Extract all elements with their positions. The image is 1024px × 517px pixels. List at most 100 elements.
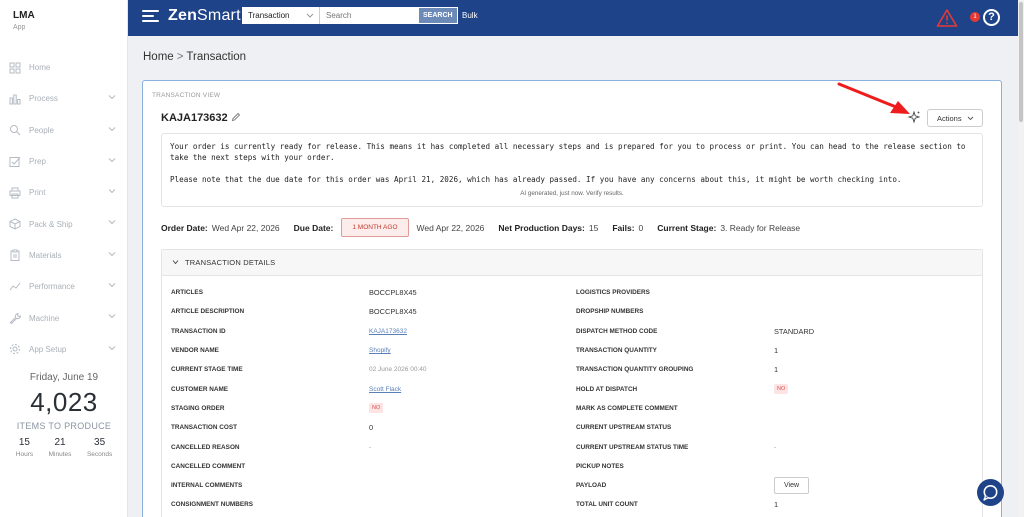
sidebar-item-performance[interactable]: Performance <box>0 271 128 302</box>
breadcrumb-separator: > <box>176 51 184 63</box>
detail-key: CURRENT STAGE TIME <box>171 366 243 374</box>
search-button[interactable]: SEARCH <box>418 7 458 24</box>
detail-key: LOGISTICS PROVIDERS <box>576 289 650 297</box>
detail-key: DROPSHIP NUMBERS <box>576 308 644 316</box>
countdown-seconds-label: Seconds <box>86 451 113 458</box>
detail-key: ARTICLES <box>171 289 203 297</box>
due-date-value: Wed Apr 22, 2026 <box>416 222 485 233</box>
counter-label: ITEMS TO PRODUCE <box>16 421 112 431</box>
chat-button[interactable] <box>977 479 1004 506</box>
detail-row: LOGISTICS PROVIDERS <box>576 283 976 302</box>
grid-icon <box>8 61 21 74</box>
detail-value: BOCCPL8X45 <box>369 288 417 298</box>
warning-icon[interactable] <box>936 8 958 28</box>
detail-key: VENDOR NAME <box>171 347 219 355</box>
detail-key: TOTAL UNIT COUNT <box>576 501 638 509</box>
sidebar-nav: Home Process People Prep Print Pack & Ship Mat… <box>0 52 128 365</box>
chevron-down-icon <box>967 116 974 121</box>
detail-row: CONSIGNMENT NUMBERS <box>171 495 571 514</box>
transaction-card: TRANSACTION VIEW KAJA173632 Actions Your… <box>142 80 1002 517</box>
edit-pencil-icon[interactable] <box>231 112 241 122</box>
help-icon[interactable]: ? <box>983 9 1000 26</box>
bulk-link[interactable]: Bulk <box>462 11 478 20</box>
ai-sparkle-icon[interactable] <box>907 110 921 124</box>
chevron-down-icon <box>108 312 116 321</box>
view-payload-button[interactable]: View <box>774 477 810 495</box>
sidebar-item-machine[interactable]: Machine <box>0 302 128 333</box>
countdown-minutes: 21 <box>54 437 66 448</box>
no-badge: NO <box>774 384 789 395</box>
ai-summary-box: Your order is currently ready for releas… <box>161 133 983 207</box>
ai-summary-text: Your order is currently ready for releas… <box>170 141 974 185</box>
chevron-down-icon <box>108 156 116 165</box>
chat-bubble-icon <box>983 485 998 501</box>
actions-button[interactable]: Actions <box>927 109 983 127</box>
breadcrumb-home[interactable]: Home <box>143 51 174 63</box>
search-bar: Transaction SEARCH <box>242 7 458 24</box>
detail-value[interactable]: Shopify <box>369 347 391 354</box>
sidebar-item-process[interactable]: Process <box>0 83 128 114</box>
scrollbar-thumb[interactable] <box>1019 2 1023 122</box>
transaction-details-panel: TRANSACTION DETAILS ARTICLES BOCCPL8X45 AR… <box>161 249 983 517</box>
details-left-column: ARTICLES BOCCPL8X45 ARTICLE DESCRIPTION BOC… <box>171 283 571 515</box>
search-type-select[interactable]: Transaction <box>242 7 320 24</box>
detail-value: 1 <box>774 365 779 375</box>
printer-icon <box>8 186 21 199</box>
detail-value: BOCCPL8X45 <box>369 307 417 317</box>
zensmart-logo[interactable]: ZenSmart <box>168 7 241 25</box>
sidebar-item-pack-ship[interactable]: Pack & Ship <box>0 208 128 239</box>
fails-value: 0 <box>638 222 644 233</box>
detail-key: INTERNAL COMMENTS <box>171 482 243 490</box>
no-badge: NO <box>369 403 384 414</box>
clipboard-icon <box>8 249 21 262</box>
detail-key: CANCELLED REASON <box>171 443 240 451</box>
sidebar-item-app-setup[interactable]: App Setup <box>0 334 128 365</box>
transaction-details-header[interactable]: TRANSACTION DETAILS <box>162 250 982 276</box>
detail-key: CURRENT UPSTREAM STATUS <box>576 424 672 432</box>
breadcrumb: Home > Transaction <box>143 51 246 63</box>
sidebar-item-label: Machine <box>29 313 60 323</box>
detail-value: 02 June 2026 00:40 <box>369 366 427 374</box>
detail-value[interactable]: KAJA173632 <box>369 328 407 335</box>
sidebar-item-prep[interactable]: Prep <box>0 146 128 177</box>
chevron-down-icon <box>108 218 116 227</box>
sidebar-item-materials[interactable]: Materials <box>0 240 128 271</box>
sidebar-item-home[interactable]: Home <box>0 52 128 83</box>
detail-row: PAYLOAD View <box>576 476 976 495</box>
detail-row: TRANSACTION QUANTITY GROUPING 1 <box>576 360 976 379</box>
detail-key: DISPATCH METHOD CODE <box>576 327 658 335</box>
chevron-down-icon <box>172 260 179 265</box>
detail-row: ARTICLE DESCRIPTION BOCCPL8X45 <box>171 302 571 321</box>
sidebar-item-label: App Setup <box>29 344 67 354</box>
actions-label: Actions <box>937 114 962 123</box>
hamburger-menu-icon[interactable] <box>142 10 159 24</box>
detail-row: TRANSACTION ID KAJA173632 <box>171 322 571 341</box>
section-label: TRANSACTION VIEW <box>152 92 221 99</box>
sidebar-item-print[interactable]: Print <box>0 177 128 208</box>
search-input[interactable] <box>320 7 418 24</box>
current-stage-value: 3. Ready for Release <box>720 222 801 233</box>
top-header: ZenSmart Transaction SEARCH Bulk 1 ? <box>128 0 1018 36</box>
search-type-value: Transaction <box>248 11 290 20</box>
sidebar-item-label: People <box>29 125 54 135</box>
countdown-hours-label: Hours <box>15 451 34 458</box>
detail-key: TRANSACTION ID <box>171 327 226 335</box>
ai-paragraph: Please note that the due date for this o… <box>170 175 902 184</box>
sidebar-item-people[interactable]: People <box>0 115 128 146</box>
page-scrollbar[interactable] <box>1018 0 1024 517</box>
fails-label: Fails: <box>612 222 635 233</box>
countdown: 15 Hours 21 Minutes 35 Seconds <box>0 437 128 458</box>
sidebar-item-label: Prep <box>29 157 46 167</box>
annotation-arrow-icon <box>837 82 910 114</box>
chevron-down-icon <box>108 187 116 196</box>
detail-value[interactable]: Scott Flack <box>369 386 401 393</box>
chevron-down-icon <box>306 13 314 18</box>
notification-badge[interactable]: 1 <box>970 12 980 22</box>
net-days-label: Net Production Days: <box>498 222 585 233</box>
detail-row: CURRENT UPSTREAM STATUS <box>576 418 976 437</box>
sidebar: LMA App Home Process People Prep Print Pack &… <box>0 0 128 517</box>
detail-value: STANDARD <box>774 326 815 336</box>
countdown-seconds: 35 <box>94 437 106 448</box>
detail-row: CURRENT UPSTREAM STATUS TIME - <box>576 437 976 456</box>
detail-row: STAGING ORDER NO <box>171 399 571 418</box>
